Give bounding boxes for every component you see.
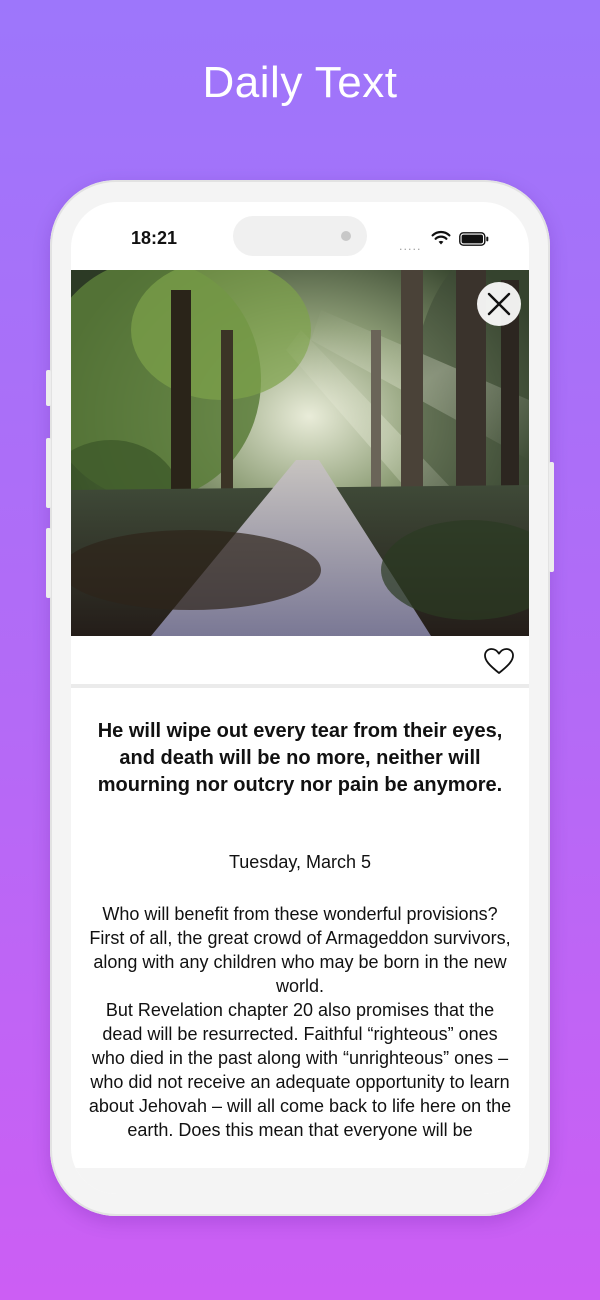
phone-side-button (46, 370, 51, 406)
camera-dot-icon (341, 231, 351, 241)
close-icon (487, 292, 511, 316)
status-bar: 18:21 ..... (71, 202, 529, 270)
scripture-verse: He will wipe out every tear from their e… (97, 720, 503, 796)
favorite-button[interactable] (483, 646, 515, 678)
phone-volume-up-button (46, 438, 51, 508)
status-time: 18:21 (131, 228, 178, 248)
phone-power-button (549, 462, 554, 572)
daily-text-date: Tuesday, March 5 (228, 852, 372, 872)
heart-outline-icon (484, 648, 514, 674)
battery-icon (459, 232, 489, 246)
cellular-signal-icon: ..... (399, 240, 422, 253)
close-button[interactable] (477, 282, 521, 326)
phone-frame: 18:21 ..... He will wipe out every tear … (46, 180, 554, 1216)
phone-volume-down-button (46, 528, 51, 598)
phone-screen: 18:21 ..... He will wipe out every tear … (71, 202, 529, 1194)
bottom-safe-area (71, 1168, 529, 1194)
dynamic-island (233, 216, 367, 256)
daily-text-body: Who will benefit from these wonderful pr… (88, 904, 512, 1140)
wifi-icon (431, 230, 451, 245)
page-headline: Daily Text (202, 58, 398, 107)
forest-path-image-art (71, 270, 529, 636)
forest-path-image (71, 270, 529, 636)
daily-text-content[interactable]: He will wipe out every tear from their e… (71, 688, 529, 1194)
